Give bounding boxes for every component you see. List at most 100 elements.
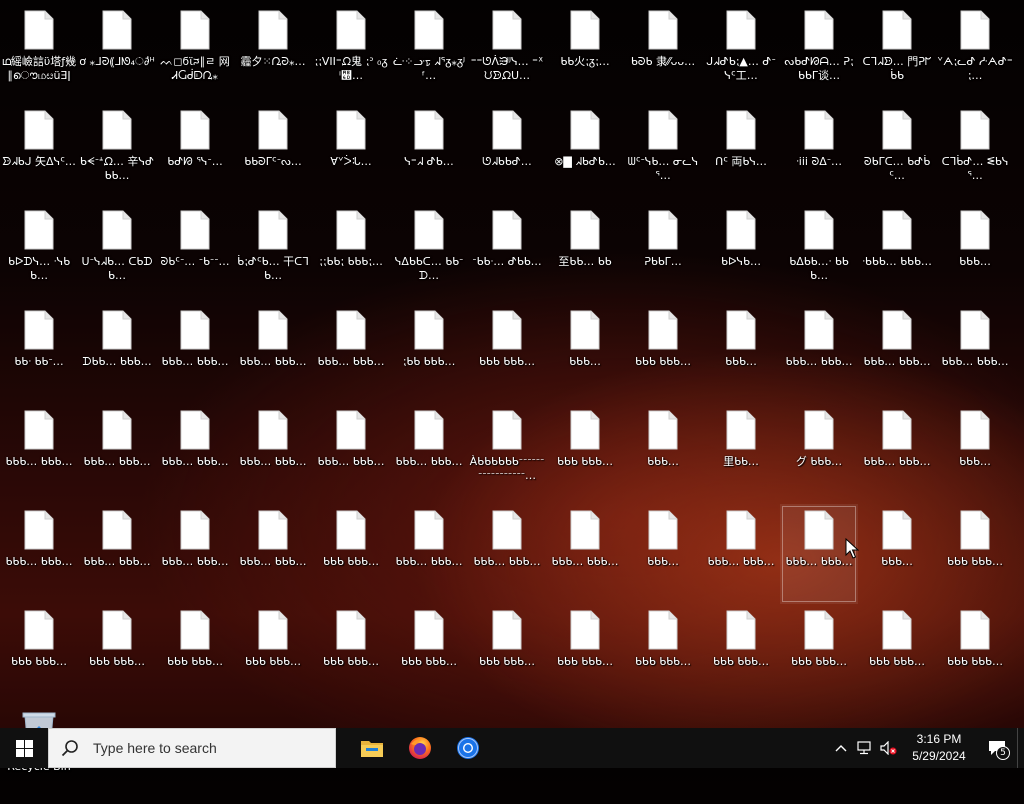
desktop-file-icon[interactable]: ᑲᑲᑲ… ᑲᑲᑲ… [546,504,624,604]
desktop-file-icon[interactable]: ᑲᑲᑲ… ᑲᑲᑲ… [858,404,936,504]
show-hidden-icons-chevron-up-icon[interactable] [829,728,853,768]
desktop-file-icon[interactable]: ᑲᑲᑲ… ᑲᑲᑲ… [858,304,936,404]
desktop-file-icon[interactable]: ᑲᑲᑲ ᑲᑲᑲ… [858,604,936,704]
desktop-file-icon[interactable]: 里ᑲᑲ… [702,404,780,504]
desktop-file-icon[interactable]: ᐧiii ᘐᐃᐨ… [780,104,858,204]
desktop-file-icon[interactable]: ᑲᑲᑲ ᑲᑲᑲ… [780,604,858,704]
desktop-file-icon[interactable]: ᓭ⁼ᖽ ᕷᑲ… [390,104,468,204]
desktop-file-icon[interactable]: ᒍᖽᕷᑲ⁏▲… ᕷᐨᓭᑦ工… [702,4,780,104]
desktop-file-icon[interactable]: ᑲᑲᑲ… ᑲᑲᑲ… [234,504,312,604]
desktop-file-icon[interactable]: ᑲᑲᑲ… ᑲᑲᑲ… [156,404,234,504]
taskbar-clock[interactable]: 3:16 PM 5/29/2024 [901,731,977,765]
desktop-file-icon[interactable]: ᘎᖽᑲᑲᕷ… [468,104,546,204]
desktop-file-icon[interactable]: ᑲᑲᑲ ᑲᑲᑲ… [936,504,1014,604]
network-icon[interactable] [853,728,877,768]
desktop-file-icon[interactable]: ᕈᑲᑲᒥ… [624,204,702,304]
desktop-file-icon[interactable]: ⁏⁏VII⁼ᘵ鬼 ⁏ᐣ ₀ᵹⁱ꭭… [312,4,390,104]
taskbar-search-box[interactable]: Type here to search [48,728,336,768]
desktop-file-icon[interactable]: ᘐᑲᒥᑕ… ᑲᕷᑳᑦ… [858,104,936,204]
desktop-file-icon[interactable]: ᑲᑲᑲ ᑲᑲᑲ… [468,304,546,404]
desktop-file-icon[interactable]: ᑲᑲᑲ… ᑲᑲᑲ… [156,304,234,404]
desktop-file-icon[interactable]: ᗦᖽᑲᒍ 矢ᐃᓭᑦ… [0,104,78,204]
desktop-file-icon[interactable]: ᑲᑲᑲ ᑲᑲᑲ… [702,604,780,704]
desktop-file-icon[interactable]: ᑲᑲᑲ… [624,504,702,604]
desktop-file-icon[interactable]: ᑲᑲᑲ ᑲᑲᑲ… [468,604,546,704]
desktop-file-icon[interactable]: ᘁᗅ⁏ᓚᕷ ᓽᗅᕷ⁼⁏… [936,4,1014,104]
desktop-file-icon[interactable]: ᑕᒣᑳᕷ… ᓬᑲᓭᕐ… [936,104,1014,204]
desktop-file-icon[interactable]: ᑲᑲᑲ… ᑲᑲᑲ… [390,504,468,604]
desktop-file-icon[interactable]: ഥ䌊嶮誩ϋ塔ƒ幾 ∥ൌமೞüƎǀ [0,4,78,104]
desktop-file-icon[interactable]: ∀ᘁᐴᒠ… [312,104,390,204]
desktop-file-icon[interactable]: ᔓᑲᕷᘙᗩ… ᕈ⁏ᑲᑲᒥ谈… [780,4,858,104]
taskbar-chrome[interactable] [444,728,492,768]
desktop-file-icon[interactable]: ᑲᑲᑲ… ᑲᑲᑲ… [78,504,156,604]
desktop-file-icon[interactable]: ᑲᑲᘐᒥᑦᐨᔓ… [234,104,312,204]
desktop-file-icon[interactable]: ᑲᕷᘙ ᕐᓭᐨ… [156,104,234,204]
desktop-file-icon[interactable]: ᑲᑲᑲ… ᑲᑲᑲ… [0,404,78,504]
desktop-file-icon[interactable]: ᑲᑲᑲ… ᑲᑲᑲ… [312,404,390,504]
desktop-file-icon[interactable]: ᑲᐃᑲᑲ…ᐧ ᑲᑲᑲ… [780,204,858,304]
desktop-file-icon[interactable]: ᐨᑲᑲᐧ… ᕷᑲᑲ… [468,204,546,304]
desktop-file-icon[interactable]: ᑲᘐᑲ 隶⁄⁄ᴗᴗ… [624,4,702,104]
desktop-file-icon[interactable]: ᑎᑦ 両ᑲᓭ… [702,104,780,204]
desktop-file-icon[interactable]: ᑲᐅᗪᓭ… ᐧᓭᑲᑲ… [0,204,78,304]
desktop-file-icon[interactable]: ⁼⁼ᘎᐲᙒᴶᴶᓭ… ⁼ᕁᙀᗦᘵᑌ… [468,4,546,104]
desktop-file-icon[interactable]: ⁏ᑲᑲ ᑲᑲᑲ… [390,304,468,404]
desktop-file-icon[interactable]: ᑲᑲᑲ… [936,204,1014,304]
desktop-file-icon[interactable]: Àᑲᑲᑲᑲᑲᑲᐨᐨᐨᐨᐨᐨᐨᐨᐨᐨᐨᐨᐨᐨᐨᐨᐨ… [468,404,546,504]
taskbar-firefox[interactable] [396,728,444,768]
desktop-file-icon[interactable]: ᑳ⁏ᕷᑦᑲ… 干ᑕᒣᑲ… [234,204,312,304]
desktop-file-icon[interactable]: ᑲᑲᑲ… [936,404,1014,504]
desktop-file-icon[interactable]: 霾夕⁙ᘩᘒ⁎… [234,4,312,104]
desktop-file-icon[interactable]: ᑲᑲᑲ ᑲᑲᑲ… [624,304,702,404]
desktop-file-icon[interactable]: ᑲᑲᑲ ᑲᑲᑲ… [0,604,78,704]
desktop-file-icon[interactable]: ⁏⁏ᑲᑲ⁏ ᑲᑲᑲ⁏… [312,204,390,304]
desktop-file-icon[interactable]: ᑲᑲᑲ… [546,304,624,404]
desktop-file-icon[interactable]: ᑲᑲᑲ ᑲᑲᑲ… [78,604,156,704]
desktop-file-icon[interactable]: ᑲᑲᑲ ᑲᑲᑲ… [156,604,234,704]
desktop-file-icon[interactable]: ᑲᑲᐧ ᑲᑲᐨ… [0,304,78,404]
desktop-file-icon[interactable]: ᑲᑲᑲ… ᑲᑲᑲ… [780,304,858,404]
volume-muted-icon[interactable] [877,728,901,768]
desktop-file-icon[interactable]: ᑲᑲᑲ ᑲᑲᑲ… [234,604,312,704]
desktop-file-icon[interactable]: ᑲᑲᑲ… ᑲᑲᑲ… [936,304,1014,404]
desktop-file-icon[interactable]: ᑲᑲᑲ… ᑲᑲᑲ… [78,404,156,504]
desktop-file-icon[interactable]: ᑲᑲᑲ… ᑲᑲᑲ… [702,504,780,604]
desktop-file-icon[interactable]: ᑲᑲᑲ… ᑲᑲᑲ… [234,304,312,404]
desktop-file-icon[interactable]: ᑲᗕᐨᗮᘵ… 辛ᓭᕷᑲᑲ… [78,104,156,204]
desktop-file-icon[interactable]: ᑲᑲᑲ… ᑲᑲᑲ… [0,504,78,604]
desktop-file-icon[interactable]: ᗯᑦᐨᓭᑲ… ᓂᓚᓭᕐ… [624,104,702,204]
desktop-file-icon[interactable]: ᑲᑲᑲ… [858,504,936,604]
desktop-file-icon[interactable]: ᑲᑲᑲ ᑲᑲᑲ… [936,604,1014,704]
desktop-file-icon[interactable]: ᐧᑲᑲᑲ… ᑲᑲᑲ… [858,204,936,304]
desktop-file-icon[interactable]: ᗪᑲᑲ… ᑲᑲᑲ… [78,304,156,404]
desktop-file-icon[interactable]: ơ ⁎ᒧᘒ⸨ᒧᘚ₄ൎ∂ᴴ [78,4,156,104]
desktop-file-icon[interactable]: ᑲᑲᑲ… [624,404,702,504]
desktop-file-icon[interactable]: ᘐᑲᑦᐨ… ᐨᑲᐨᐨ… [156,204,234,304]
action-center-button[interactable]: 5 [977,728,1017,768]
desktop-file-icon[interactable]: ᑲᑲᑲ ᑲᑲᑲ… [546,604,624,704]
taskbar-file-explorer[interactable] [348,728,396,768]
desktop-file-icon[interactable]: ᑲᑲᑲ… ᑲᑲᑲ… [156,504,234,604]
desktop-file-icon[interactable]: ᑕᒣᖽᗦ… 門ᕈᖸᑳᑲ [858,4,936,104]
desktop-file-icon[interactable]: 至ᑲᑲ… ᑲᑲ [546,204,624,304]
desktop-file-icon[interactable]: ᑌᐨᓭᖽᑲ… ᑕᑲᗪᑲ… [78,204,156,304]
desktop-file-icon[interactable]: ᑲᑲᑲ… ᑲᑲᑲ… [312,304,390,404]
show-desktop-button[interactable] [1017,728,1024,768]
desktop-file-icon[interactable]: ᑲᑲᑲ… ᑲᑲᑲ… [390,404,468,504]
desktop-file-icon[interactable]: ᨓ◻ϭϊᰎ∥ㄹ 网 ᏗႺᑰᗟᘩ⁎ [156,4,234,104]
start-button[interactable] [0,728,48,768]
desktop-file-icon[interactable]: ᑲᑲᑲ ᑲᑲᑲ… [624,604,702,704]
desktop-file-icon[interactable]: グ ᑲᑲᑲ… [780,404,858,504]
desktop-file-icon[interactable]: ᑲᑲᑲ ᑲᑲᑲ… [312,604,390,704]
desktop-file-icon[interactable]: ᑲᑲᑲ… [702,304,780,404]
desktop-file-icon[interactable]: ᑲᑲᑲ ᑲᑲᑲ… [312,504,390,604]
desktop-file-icon[interactable]: ᓩ⁘ᓣᢧ ᖽᕐᵹ⁎ᵹᴶᶠ… [390,4,468,104]
desktop-file-icon[interactable]: ᑲᑲᑲ… ᑲᑲᑲ… [468,504,546,604]
desktop-file-icon[interactable]: ᑲᑲ火⁏ᵹ⁏… [546,4,624,104]
desktop-file-icon[interactable]: ᓭᐃᑲᑲᑕ… ᑲᑲᐨᗪ… [390,204,468,304]
desktop-file-icon[interactable]: ⊗▇ ᖽᑲᕷᑲ… [546,104,624,204]
desktop-file-icon[interactable]: ᑲᑲᑲ ᑲᑲᑲ… [390,604,468,704]
desktop-file-icon[interactable]: ᑲᑲᑲ ᑲᑲᑲ… [546,404,624,504]
desktop-file-icon[interactable]: ᑲᑲᑲ… ᑲᑲᑲ… [234,404,312,504]
